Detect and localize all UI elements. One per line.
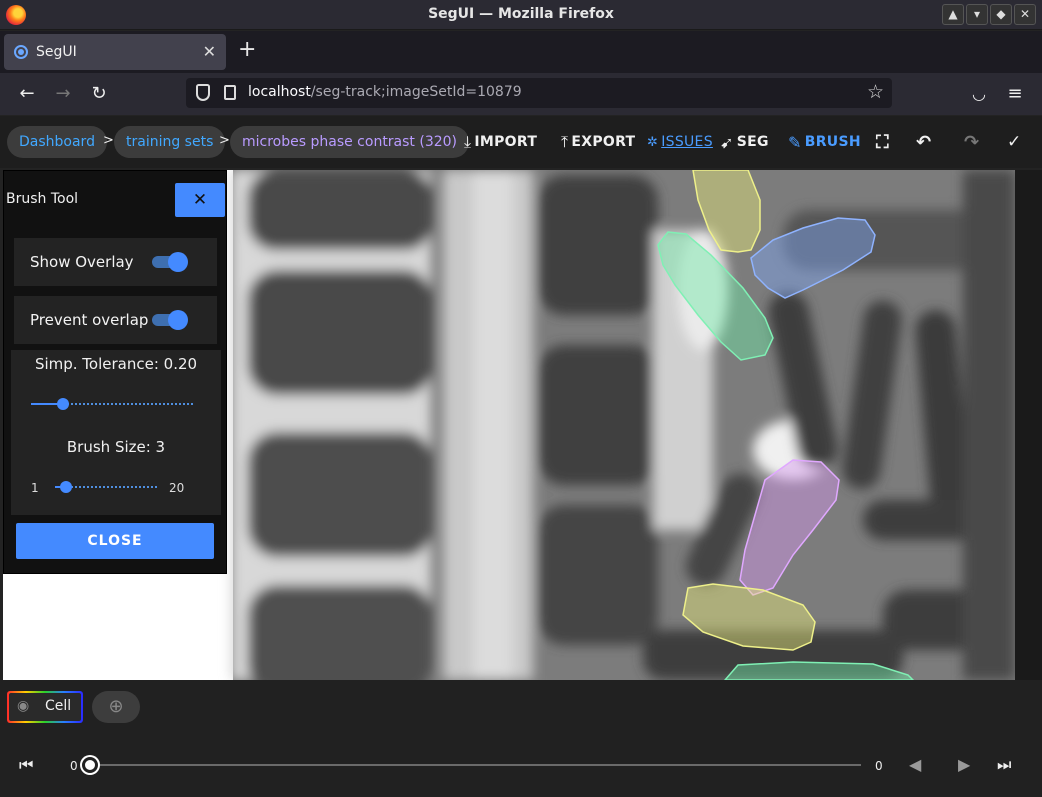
navigation-bar: ← → ↻ localhost/seg-track;imageSetId=108… [0, 73, 1042, 115]
brush-size-slider[interactable] [55, 480, 157, 494]
breadcrumb-dashboard[interactable]: Dashboard [7, 126, 107, 158]
seg-button[interactable]: ➹ SEG [720, 132, 769, 152]
breadcrumb-current-set[interactable]: microbes phase contrast (320) [230, 126, 470, 158]
skip-to-end-icon[interactable]: ⏭ [997, 755, 1011, 775]
tab-segui[interactable]: SegUI ✕ [4, 34, 226, 70]
slider-thumb[interactable] [57, 398, 70, 410]
show-overlay-label: Show Overlay [30, 253, 134, 271]
brush-label: BRUSH [804, 134, 861, 150]
add-layer-button[interactable]: ⊕ [92, 691, 140, 723]
prevent-overlap-label: Prevent overlap [30, 311, 149, 329]
tolerance-label: Simp. Tolerance: 0.20 [34, 355, 198, 373]
bookmark-star-icon[interactable]: ☆ [867, 81, 884, 103]
url-text[interactable]: localhost/seg-track;imageSetId=10879 [248, 84, 522, 100]
url-host: localhost [248, 84, 311, 100]
next-frame-icon[interactable]: ▶ [958, 755, 970, 774]
frame-end-value: 0 [875, 759, 883, 773]
menu-hamburger-icon[interactable]: ≡ [1002, 81, 1028, 107]
undo-icon[interactable]: ↶ [916, 132, 931, 153]
close-button[interactable]: CLOSE [16, 523, 214, 559]
toggle-knob [168, 252, 188, 272]
import-label: IMPORT [474, 134, 538, 150]
shield-icon[interactable] [196, 84, 210, 101]
export-button[interactable]: ⤒ EXPORT [561, 132, 635, 152]
back-arrow-icon[interactable]: ← [14, 81, 40, 107]
issues-label: ISSUES [661, 134, 713, 150]
breadcrumb-training-sets[interactable]: training sets [114, 126, 226, 158]
brush-button[interactable]: ✎ BRUSH [788, 132, 861, 152]
tolerance-slider[interactable] [31, 397, 193, 411]
brush-size-max: 20 [169, 481, 185, 495]
window-controls: ▲ ▾ ◆ ✕ [942, 4, 1036, 25]
title-bar: SegUI — Mozilla Firefox ▲ ▾ ◆ ✕ [0, 0, 1042, 30]
confirm-check-icon[interactable]: ✓ [1007, 132, 1022, 152]
redo-icon[interactable]: ↷ [964, 132, 979, 153]
page-info-icon[interactable] [224, 85, 236, 100]
slider-thumb[interactable] [59, 481, 72, 493]
keep-above-icon[interactable]: ▲ [942, 4, 964, 25]
skip-to-start-icon[interactable]: ⏮ [19, 755, 33, 775]
breadcrumb-separator: > [103, 133, 114, 148]
brush-tool-panel: Brush Tool ✕ Show Overlay Prevent overla… [3, 170, 227, 574]
browser-window: SegUI — Mozilla Firefox ▲ ▾ ◆ ✕ SegUI ✕ … [0, 0, 1042, 797]
brush-settings-section: Simp. Tolerance: 0.20 Brush Size: 3 1 20 [11, 350, 221, 515]
rocket-icon: ➹ [720, 132, 734, 152]
export-label: EXPORT [571, 134, 636, 150]
bug-icon: ✲ [647, 134, 659, 150]
bottom-bar: ◉ Cell ⊕ ⏮ 0 0 ◀ ▶ ⏭ [0, 680, 1042, 797]
eye-icon[interactable]: ◉ [17, 698, 29, 714]
brush-size-label: Brush Size: 3 [66, 438, 166, 456]
brush-panel-title: Brush Tool [6, 191, 79, 207]
plus-circle-icon: ⊕ [108, 696, 124, 717]
app-toolbar: Dashboard > training sets > microbes pha… [0, 116, 1042, 168]
brush-panel-close-x-button[interactable]: ✕ [175, 183, 225, 217]
frame-timeline-slider[interactable] [82, 757, 861, 773]
timeline-thumb[interactable] [82, 757, 98, 773]
close-window-icon[interactable]: ✕ [1014, 4, 1036, 25]
brush-size-min: 1 [31, 481, 39, 495]
export-icon: ⤒ [561, 132, 569, 151]
forward-arrow-icon[interactable]: → [50, 81, 76, 107]
seg-label: SEG [736, 134, 769, 150]
show-overlay-toggle[interactable] [152, 252, 188, 272]
pocket-icon[interactable]: ◡ [966, 81, 992, 107]
window-title: SegUI — Mozilla Firefox [428, 6, 614, 22]
breadcrumb-separator: > [219, 133, 230, 148]
prevent-overlap-row: Prevent overlap [14, 296, 217, 344]
toggle-knob [168, 310, 188, 330]
tab-favicon-icon [14, 45, 28, 59]
show-overlay-row: Show Overlay [14, 238, 217, 286]
close-tab-icon[interactable]: ✕ [203, 42, 216, 61]
previous-frame-icon[interactable]: ◀ [909, 755, 921, 774]
reload-icon[interactable]: ↻ [86, 81, 112, 107]
layer-chip-cell[interactable]: ◉ Cell [7, 691, 83, 723]
layer-label: Cell [45, 698, 72, 714]
maximize-icon[interactable]: ◆ [990, 4, 1012, 25]
tab-strip: SegUI ✕ + [0, 31, 1042, 73]
import-icon: ⤓ [464, 132, 472, 151]
frame-start-value: 0 [70, 759, 78, 773]
brush-icon: ✎ [788, 132, 802, 152]
tab-label: SegUI [36, 44, 77, 60]
issues-button[interactable]: ✲ ISSUES [647, 132, 713, 152]
fullscreen-icon[interactable]: ⛶ [876, 132, 889, 153]
url-bar[interactable]: localhost/seg-track;imageSetId=10879 ☆ [186, 78, 892, 108]
canvas-right-gutter [1015, 170, 1042, 680]
url-path: /seg-track;imageSetId=10879 [310, 84, 522, 100]
import-button[interactable]: ⤓ IMPORT [464, 132, 537, 152]
minimize-icon[interactable]: ▾ [966, 4, 988, 25]
prevent-overlap-toggle[interactable] [152, 310, 188, 330]
new-tab-icon[interactable]: + [238, 39, 256, 61]
